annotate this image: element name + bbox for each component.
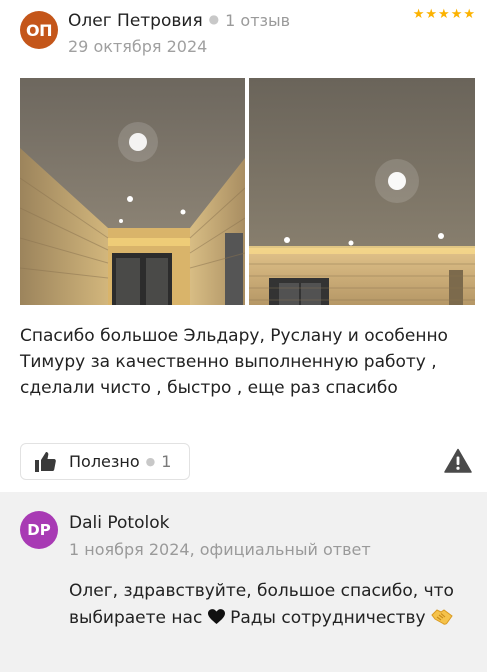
black-heart-icon	[207, 609, 225, 624]
useful-button[interactable]: Полезно ● 1	[20, 443, 190, 480]
review-photo-1[interactable]	[20, 78, 245, 305]
handshake-icon	[431, 609, 453, 625]
author-line: Олег Петровия ● 1 отзыв	[68, 11, 290, 31]
author-name[interactable]: Олег Петровия	[68, 11, 203, 31]
official-answer: DP Dali Potolok 1 ноября 2024, официальн…	[0, 492, 487, 672]
answer-text-part2: Рады сотрудничеству	[230, 608, 426, 628]
star-icon: ★	[450, 7, 463, 22]
useful-count: 1	[161, 452, 172, 471]
photo-ceiling-room	[249, 78, 475, 305]
photo-ceiling-corridor	[20, 78, 245, 305]
useful-label: Полезно	[69, 452, 140, 471]
star-icon: ★	[438, 7, 450, 22]
review-date: 29 октября 2024	[68, 37, 208, 56]
star-icon: ★	[412, 7, 425, 22]
review-header: ОП Олег Петровия ● 1 отзыв 29 октября 2024…	[20, 8, 475, 64]
author-reviews-count[interactable]: 1 отзыв	[225, 11, 290, 30]
review-text: Спасибо большое Эльдару, Руслану и особе…	[20, 326, 448, 398]
author-avatar[interactable]: ОП	[20, 11, 58, 49]
separator-dot: ●	[145, 455, 156, 468]
warning-icon[interactable]	[444, 448, 472, 474]
review-photos	[20, 78, 475, 305]
answer-text: Олег, здравствуйте, большое спасибо, что…	[69, 578, 469, 632]
separator-dot: ●	[208, 12, 220, 26]
review-photo-2[interactable]	[249, 78, 475, 305]
thumbs-up-icon	[35, 451, 56, 472]
rating-stars: ★ ★ ★ ★ ★	[413, 8, 475, 22]
company-name[interactable]: Dali Potolok	[69, 513, 169, 533]
answer-meta: 1 ноября 2024, официальный ответ	[69, 540, 371, 559]
star-icon: ★	[463, 7, 475, 22]
company-avatar: DP	[20, 511, 58, 549]
star-icon: ★	[425, 7, 438, 22]
